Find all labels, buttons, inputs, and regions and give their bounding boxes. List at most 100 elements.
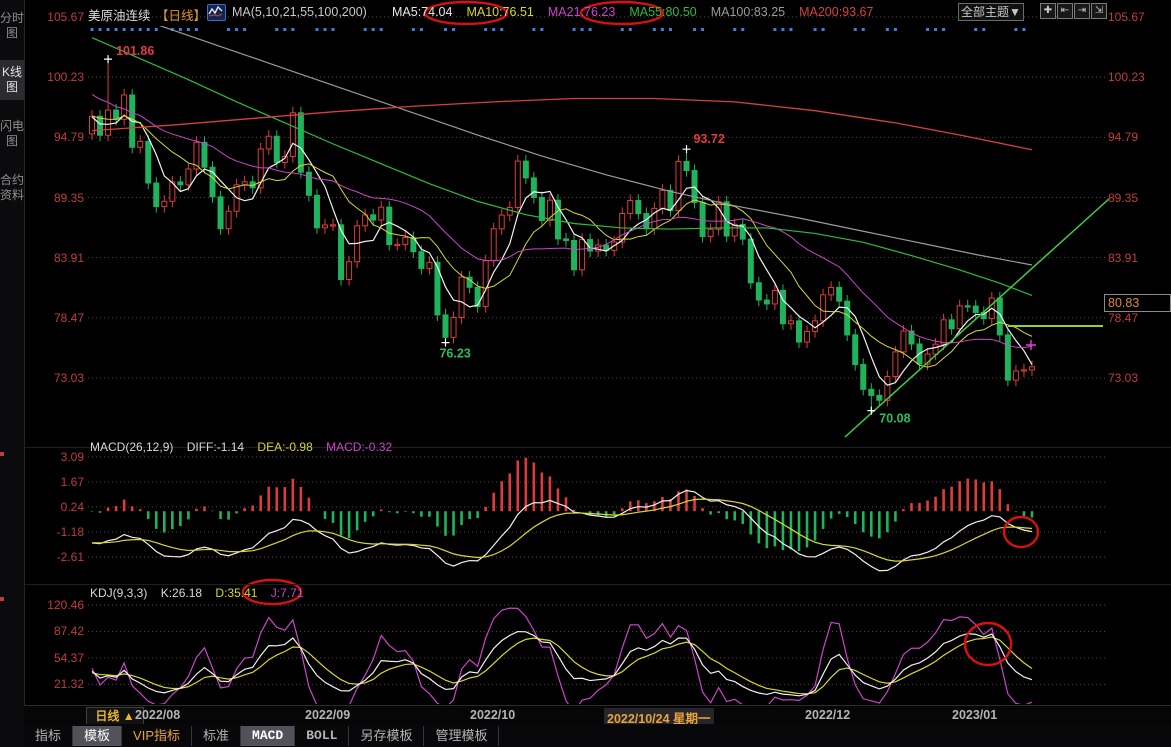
signal-dot bbox=[773, 28, 776, 31]
signal-dot bbox=[315, 28, 318, 31]
candle-body bbox=[580, 240, 585, 270]
extreme-cross-icon bbox=[867, 407, 875, 415]
candle-body bbox=[178, 182, 183, 185]
signal-dot bbox=[115, 28, 118, 31]
candle-body bbox=[162, 201, 167, 206]
candle-body bbox=[242, 182, 247, 185]
macd-axis-label: 0.24 bbox=[26, 500, 84, 514]
chart-type-icon[interactable] bbox=[207, 4, 226, 21]
candle-body bbox=[459, 277, 464, 317]
candle-body bbox=[957, 306, 962, 329]
tab-管理模板[interactable]: 管理模板 bbox=[424, 726, 499, 746]
signal-dot bbox=[854, 28, 857, 31]
kdj-j-value: J:7.71 bbox=[271, 586, 304, 600]
candle-body bbox=[443, 315, 448, 337]
date-label: 2022/10 bbox=[470, 708, 515, 722]
signal-dot bbox=[372, 28, 375, 31]
sidebar-item-0[interactable]: 分时图 bbox=[0, 6, 24, 46]
candle-body bbox=[403, 238, 408, 245]
candle-body bbox=[700, 202, 705, 236]
tab-标准[interactable]: 标准 bbox=[192, 726, 241, 746]
ma-value-ma55: MA55:80.50 bbox=[629, 5, 696, 19]
move-cross-icon[interactable]: ✚ bbox=[1040, 3, 1056, 19]
compress-left-icon[interactable]: ⇤ bbox=[1057, 3, 1073, 19]
tab-另存模板[interactable]: 另存模板 bbox=[349, 726, 424, 746]
extreme-cross-icon bbox=[683, 145, 691, 153]
extreme-cross-icon bbox=[104, 55, 112, 63]
candle-body bbox=[499, 215, 504, 229]
tab-指标[interactable]: 指标 bbox=[24, 726, 73, 746]
signal-dot bbox=[701, 28, 704, 31]
signal-dot bbox=[629, 28, 632, 31]
macd-axis-label: -2.61 bbox=[26, 550, 84, 564]
d-line bbox=[92, 637, 1032, 694]
candle-body bbox=[748, 239, 753, 283]
candle-body bbox=[853, 335, 858, 365]
signal-dot bbox=[412, 28, 415, 31]
ma-value-ma200: MA200:93.67 bbox=[799, 5, 873, 19]
signal-dot bbox=[492, 28, 495, 31]
signal-dot bbox=[621, 28, 624, 31]
extreme-price-label: 76.23 bbox=[439, 347, 470, 361]
tab-VIP指标[interactable]: VIP指标 bbox=[122, 726, 192, 746]
tab-MACD[interactable]: MACD bbox=[241, 726, 295, 746]
candle-body bbox=[821, 295, 826, 321]
signal-dot bbox=[500, 28, 503, 31]
signal-dot bbox=[974, 28, 977, 31]
candle-body bbox=[331, 225, 336, 226]
symbol-title: 美原油连续 bbox=[88, 5, 151, 24]
candle-body bbox=[202, 142, 207, 167]
candle-body bbox=[805, 331, 810, 342]
signal-dot bbox=[733, 28, 736, 31]
signal-dot bbox=[573, 28, 576, 31]
candle-body bbox=[941, 320, 946, 344]
kdj-label-row: KDJ(9,3,3) K:26.18 D:35.41 J:7.71 bbox=[90, 586, 314, 600]
shift-panel-icon[interactable]: ⇲ bbox=[1091, 3, 1107, 19]
candle-body bbox=[451, 318, 456, 338]
main-axis-label: 73.03 bbox=[26, 371, 84, 385]
candle-body bbox=[531, 178, 536, 198]
candle-body bbox=[949, 320, 954, 329]
candle-body bbox=[106, 110, 111, 135]
kdj-layer bbox=[92, 608, 1032, 713]
k-line bbox=[92, 632, 1032, 696]
candle-body bbox=[1013, 371, 1018, 380]
main-axis-label: 94.79 bbox=[26, 130, 84, 144]
ma-params-label: MA(5,10,21,55,100,200) bbox=[232, 5, 367, 19]
date-label: 2022/08 bbox=[135, 708, 180, 722]
expand-right-icon[interactable]: ⇥ bbox=[1074, 3, 1090, 19]
extreme-cross-icon bbox=[441, 339, 449, 347]
dea-line bbox=[92, 499, 1032, 561]
candle-body bbox=[756, 283, 761, 300]
tab-模板[interactable]: 模板 bbox=[73, 726, 122, 746]
signal-dot bbox=[291, 28, 294, 31]
time-axis: 日线 ▲ 2022/082022/092022/102022/10/24 星期一… bbox=[24, 705, 1171, 726]
signal-dot bbox=[789, 28, 792, 31]
ma-line-ma10 bbox=[92, 116, 1032, 367]
sidebar-item-2[interactable]: 闪电图 bbox=[0, 114, 24, 154]
signal-dot bbox=[235, 28, 238, 31]
candle-body bbox=[708, 229, 713, 236]
theme-dropdown-button[interactable]: 全部主题▼ bbox=[958, 3, 1024, 21]
signal-dot bbox=[862, 28, 865, 31]
macd-axis-label: 3.09 bbox=[26, 450, 84, 464]
chart-canvas[interactable]: 101.8676.2393.7270.08 bbox=[0, 0, 1171, 747]
candle-body bbox=[186, 169, 191, 185]
signal-dot bbox=[982, 28, 985, 31]
extreme-price-label: 101.86 bbox=[116, 44, 154, 58]
candle-body bbox=[1029, 367, 1034, 370]
main-axis-label: 100.23 bbox=[1108, 70, 1166, 84]
candle-body bbox=[788, 321, 793, 324]
ma-line-ma55 bbox=[92, 38, 1032, 296]
tab-BOLL[interactable]: BOLL bbox=[295, 726, 349, 746]
candles-layer bbox=[90, 5, 1111, 437]
candle-body bbox=[796, 321, 801, 342]
signal-dot bbox=[187, 28, 190, 31]
panel-marker bbox=[0, 597, 4, 601]
sidebar-item-1[interactable]: K线图 bbox=[0, 60, 24, 100]
candle-body bbox=[660, 190, 665, 208]
main-axis-label: 89.35 bbox=[1108, 191, 1166, 205]
sidebar-item-3[interactable]: 合约资料 bbox=[0, 168, 24, 208]
signal-dot bbox=[693, 28, 696, 31]
main-axis-label: 83.91 bbox=[26, 251, 84, 265]
